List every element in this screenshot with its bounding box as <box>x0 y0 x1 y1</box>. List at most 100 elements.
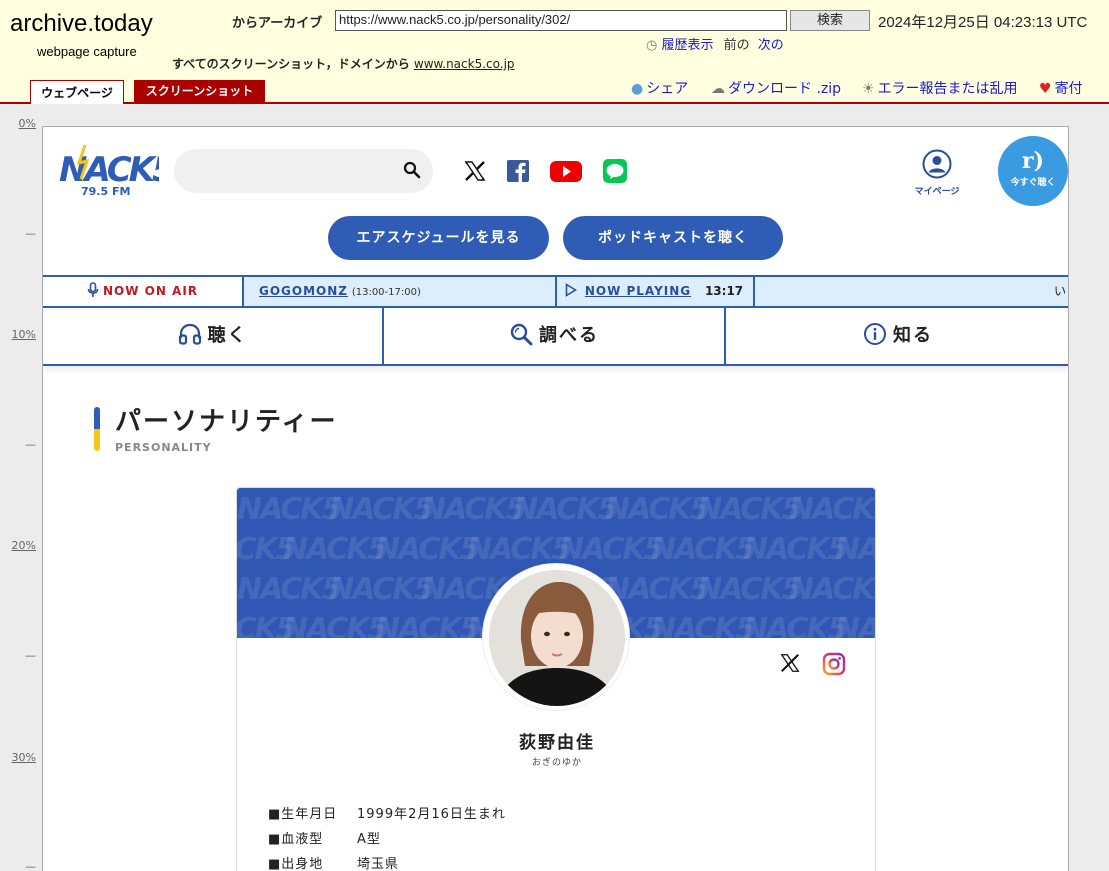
banner-watermark: NACK5 <box>697 492 803 527</box>
site-search-input[interactable] <box>174 149 433 193</box>
ruler-mark-20[interactable]: 20% <box>0 539 36 552</box>
profile-card: NACK5NACK5NACK5NACK5NACK5NACK5NACK5NACK5… <box>236 487 876 871</box>
portrait-image <box>489 570 625 706</box>
now-playing-link[interactable]: NOW PLAYING <box>585 284 691 298</box>
ruler-tick: — <box>25 227 36 240</box>
history-nav: ◷ 履歴表示 前の 次の <box>646 34 784 53</box>
ruler-tick: — <box>25 649 36 662</box>
banner-watermark: NACK5 <box>651 532 757 567</box>
archive-subtitle: webpage capture <box>37 44 137 59</box>
profile-value: 埼玉県 <box>357 857 400 871</box>
profile-row-birthplace: ■出身地 埼玉県 <box>268 853 399 871</box>
listen-now-label: 今すぐ聴く <box>1010 178 1056 188</box>
profile-value: 1999年2月16日生まれ <box>357 807 506 822</box>
report-label: エラー報告または乱用 <box>877 81 1018 97</box>
banner-watermark: NACK5 <box>329 572 435 607</box>
banner-watermark: NACK5 <box>743 532 849 567</box>
banner-watermark: NACK5 <box>789 492 875 527</box>
heading-accent-bar <box>94 407 100 451</box>
page-subtitle: PERSONALITY <box>115 441 212 454</box>
youtube-icon[interactable] <box>550 159 582 183</box>
page-title: パーソナリティー <box>115 407 338 437</box>
main-nav: 聴く 調べる 知る <box>43 308 1068 366</box>
clock-icon: ◷ <box>646 38 658 53</box>
nav-search[interactable]: 調べる <box>384 308 726 364</box>
now-on-air-label: NOW ON AIR <box>102 284 199 298</box>
banner-watermark: NACK5 <box>559 532 665 567</box>
search-icon[interactable] <box>403 161 421 179</box>
banner-watermark: NACK5 <box>237 492 343 527</box>
next-link[interactable]: 次の <box>758 38 784 53</box>
program-link[interactable]: GOGOMONZ <box>259 284 348 298</box>
nav-search-label: 調べる <box>539 325 599 346</box>
avatar <box>482 563 630 711</box>
history-link[interactable]: 履歴表示 <box>661 38 713 53</box>
listen-now-button[interactable]: r) 今すぐ聴く <box>998 136 1068 206</box>
ruler-mark-0[interactable]: 0% <box>0 117 36 130</box>
person-name-kana: おぎのゆか <box>531 758 582 768</box>
download-link[interactable]: ☁ ダウンロード .zip <box>711 78 841 98</box>
banner-watermark: NACK5 <box>421 492 527 527</box>
banner-watermark: NACK5 <box>697 572 803 607</box>
captured-page: NACK5 79.5 FM マイページ r) <box>42 126 1069 871</box>
banner-watermark: NACK5 <box>789 572 875 607</box>
nav-know-label: 知る <box>893 325 933 346</box>
banner-watermark: NACK5 <box>283 532 389 567</box>
person-name: 荻野由佳 <box>519 733 595 753</box>
ruler-mark-10[interactable]: 10% <box>0 328 36 341</box>
play-icon <box>565 283 578 297</box>
archive-from-label: からアーカイブ <box>232 16 323 31</box>
donate-link[interactable]: ♥ 寄付 <box>1039 78 1083 98</box>
banner-watermark: NACK5 <box>605 492 711 527</box>
download-label: ダウンロード .zip <box>728 81 842 97</box>
tab-screenshot[interactable]: スクリーンショット <box>134 80 265 102</box>
podcast-button[interactable]: ポッドキャストを聴く <box>563 216 783 260</box>
banner-watermark: NACK5 <box>467 532 573 567</box>
donate-label: 寄付 <box>1054 81 1083 97</box>
user-icon <box>922 149 952 179</box>
onair-strip: NOW ON AIR GOGOMONZ (13:00-17:00) NOW PL… <box>43 275 1068 308</box>
profile-row-birthday: ■生年月日 1999年2月16日生まれ <box>268 803 506 822</box>
domain-link[interactable]: www.nack5.co.jp <box>414 57 515 71</box>
url-input[interactable]: https://www.nack5.co.jp/personality/302/ <box>335 10 787 31</box>
archive-search-button[interactable]: 検索 <box>790 10 870 31</box>
microphone-icon <box>87 282 99 297</box>
air-schedule-button[interactable]: エアスケジュールを見る <box>328 216 549 260</box>
ruler-mark-30[interactable]: 30% <box>0 751 36 764</box>
all-screenshots-label: すべてのスクリーンショット，ドメインから <box>172 57 410 71</box>
banner-watermark: NACK5 <box>835 612 876 638</box>
nack5-logo[interactable]: NACK5 79.5 FM <box>57 141 159 201</box>
radiko-icon: r) <box>1022 148 1044 174</box>
nav-listen[interactable]: 聴く <box>43 308 384 364</box>
facebook-icon[interactable] <box>506 159 530 183</box>
x-icon[interactable] <box>463 159 487 183</box>
lightbulb-icon: ☀ <box>862 81 875 97</box>
archive-header: archive.today webpage capture からアーカイブ ht… <box>0 0 1109 104</box>
logo-wordmark: NACK5 <box>59 150 159 190</box>
x-icon[interactable] <box>779 652 801 674</box>
profile-key: ■生年月日 <box>268 807 338 822</box>
banner-watermark: NACK5 <box>329 492 435 527</box>
info-icon <box>864 323 886 345</box>
nav-know[interactable]: 知る <box>726 308 1068 364</box>
profile-value: A型 <box>357 832 381 847</box>
instagram-icon[interactable] <box>822 652 846 676</box>
banner-watermark: NACK5 <box>743 612 849 638</box>
archive-logo[interactable]: archive.today <box>10 10 153 38</box>
current-program: GOGOMONZ (13:00-17:00) <box>242 277 555 306</box>
tab-webpage[interactable]: ウェブページ <box>30 80 124 104</box>
banner-watermark: NACK5 <box>375 612 481 638</box>
avatar-photo <box>489 570 625 706</box>
heart-icon: ♥ <box>1039 81 1052 97</box>
mypage-label: マイページ <box>914 187 960 197</box>
logo-frequency: 79.5 FM <box>81 185 130 198</box>
mypage-button[interactable]: マイページ <box>911 149 963 197</box>
banner-watermark: NACK5 <box>237 572 343 607</box>
banner-watermark: NACK5 <box>651 612 757 638</box>
line-icon[interactable] <box>603 159 627 183</box>
capture-date: 2024年12月25日 04:23:13 UTC <box>878 14 1088 31</box>
report-link[interactable]: ☀ エラー報告または乱用 <box>862 78 1018 98</box>
profile-key: ■出身地 <box>268 857 324 871</box>
prev-link: 前の <box>723 38 750 53</box>
share-link[interactable]: ● シェア <box>631 78 688 98</box>
